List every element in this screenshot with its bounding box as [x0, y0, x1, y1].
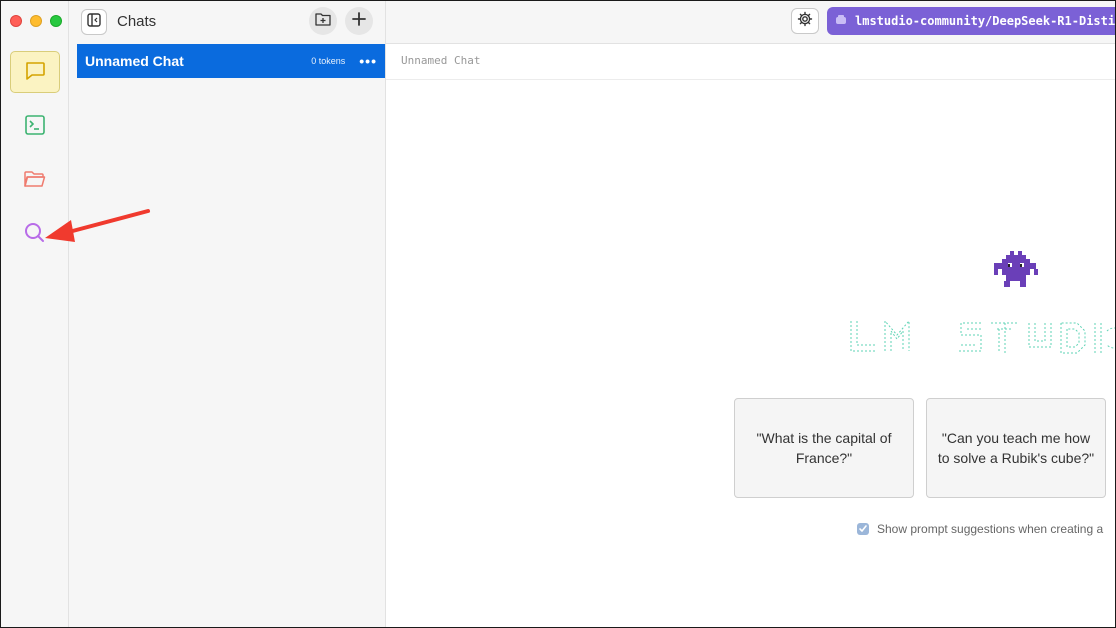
- chats-title: Chats: [117, 13, 157, 30]
- chat-bubble-icon: [24, 59, 46, 86]
- folder-icon: [23, 168, 47, 195]
- main-chat-area: lmstudio-community/DeepSeek-R1-Distill-Q…: [386, 1, 1116, 627]
- rail-item-developer[interactable]: [10, 106, 60, 148]
- model-selector[interactable]: lmstudio-community/DeepSeek-R1-Distill-Q: [827, 7, 1116, 35]
- minimize-window-button[interactable]: [30, 15, 42, 27]
- annotation-arrow-icon: [41, 206, 153, 251]
- rail-item-my-models[interactable]: [10, 160, 60, 202]
- chat-list-item[interactable]: Unnamed Chat 0 tokens •••: [77, 44, 385, 78]
- zoom-window-button[interactable]: [50, 15, 62, 27]
- show-suggestions-toggle[interactable]: Show prompt suggestions when creating a: [857, 522, 1103, 536]
- show-suggestions-checkbox[interactable]: [857, 523, 869, 535]
- model-name: lmstudio-community/DeepSeek-R1-Distill-Q: [855, 14, 1116, 28]
- new-folder-icon: [315, 12, 331, 31]
- new-folder-button[interactable]: [309, 7, 337, 35]
- settings-button[interactable]: [791, 8, 819, 34]
- chats-header: Chats: [69, 1, 385, 43]
- gear-icon: [797, 11, 813, 32]
- suggestion-card[interactable]: "Can you teach me how to solve a Rubik's…: [926, 398, 1106, 498]
- left-rail: [1, 1, 69, 627]
- top-bar: lmstudio-community/DeepSeek-R1-Distill-Q: [386, 1, 1116, 44]
- suggestion-card[interactable]: "What is the capital of France?": [734, 398, 914, 498]
- plus-icon: [352, 11, 366, 31]
- chat-item-token-count: 0 tokens: [311, 56, 346, 66]
- chats-panel: Chats Unnamed Chat 0 tokens •••: [69, 1, 386, 627]
- lmstudio-mascot-icon: [992, 251, 1038, 294]
- terminal-icon: [24, 114, 46, 141]
- sidebar-toggle-icon: [87, 12, 101, 32]
- show-suggestions-label: Show prompt suggestions when creating a: [877, 522, 1104, 536]
- rail-item-chat[interactable]: [10, 51, 60, 93]
- close-window-button[interactable]: [10, 15, 22, 27]
- chat-title[interactable]: Unnamed Chat: [401, 54, 480, 67]
- model-icon: [835, 12, 847, 30]
- lm-studio-ascii-logo: [849, 317, 1115, 366]
- chat-item-title: Unnamed Chat: [85, 53, 184, 69]
- chat-title-bar: Unnamed Chat: [386, 44, 1115, 80]
- toggle-sidebar-button[interactable]: [81, 9, 107, 35]
- new-chat-button[interactable]: [345, 7, 373, 35]
- chat-item-menu-button[interactable]: •••: [359, 53, 377, 69]
- app-window: Chats Unnamed Chat 0 tokens ••• lmstudio…: [0, 0, 1116, 628]
